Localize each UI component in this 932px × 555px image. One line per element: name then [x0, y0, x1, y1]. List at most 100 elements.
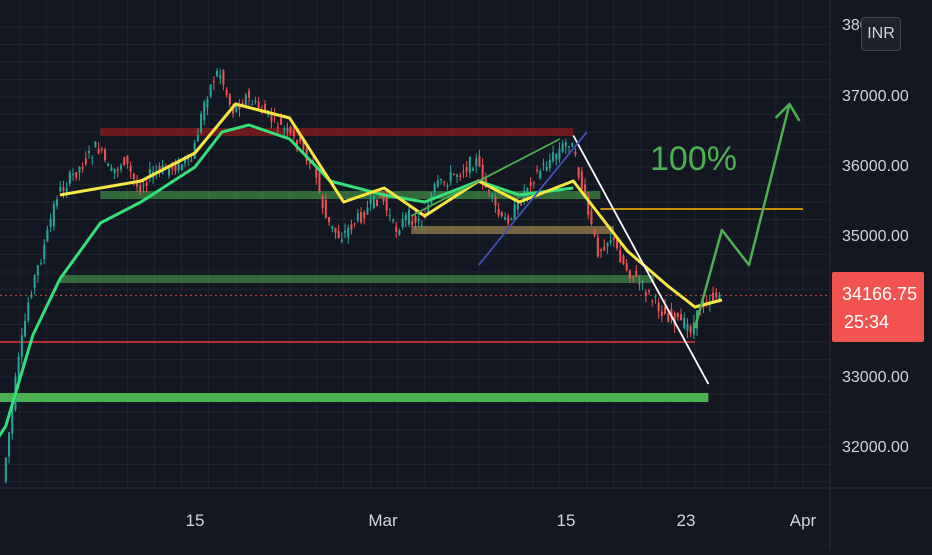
candle-bullish: [94, 141, 97, 148]
candle-bearish: [363, 211, 366, 219]
candle-bullish: [78, 166, 81, 173]
candle-bearish: [248, 90, 251, 98]
candle-bullish: [356, 213, 359, 221]
candle-bearish: [280, 117, 283, 125]
candle-bearish: [97, 148, 100, 154]
candle-bullish: [641, 281, 644, 283]
candle-bullish: [46, 229, 49, 242]
candle-bearish: [116, 169, 119, 171]
level-resistance-zone: [100, 128, 574, 136]
candle-bullish: [440, 179, 443, 181]
candle-bearish: [459, 175, 462, 177]
candle-bullish: [542, 163, 545, 165]
y-tick-37000: 37000.00: [842, 88, 909, 105]
candle-bullish: [196, 135, 199, 142]
candle-bearish: [337, 230, 340, 238]
candle-bullish: [401, 218, 404, 228]
candle-bullish: [417, 218, 420, 221]
candle-bearish: [315, 168, 318, 178]
candle-bearish: [350, 224, 353, 230]
candle-bullish: [686, 323, 689, 331]
candle-bearish: [100, 148, 103, 151]
candle-bearish: [145, 182, 148, 186]
chart-root[interactable]: 38000 37000.00 36000.00 35000.00 33000.0…: [0, 0, 932, 550]
candle-bearish: [580, 171, 583, 190]
candle-bearish: [452, 173, 455, 175]
candle-bullish: [168, 168, 171, 176]
candle-bearish: [75, 171, 78, 178]
level-support-zone-middle: [59, 275, 655, 283]
candle-bullish: [91, 157, 94, 159]
candle-bearish: [84, 158, 87, 164]
candle-bearish: [680, 313, 683, 321]
candle-bearish: [500, 211, 503, 217]
x-tick-apr: Apr: [790, 511, 817, 530]
candle-bearish: [270, 115, 273, 122]
candle-bullish: [433, 184, 436, 193]
candle-bearish: [574, 151, 577, 155]
candle-bearish: [612, 237, 615, 240]
candle-bullish: [449, 172, 452, 182]
candle-bullish: [120, 165, 123, 170]
candle-bearish: [289, 126, 292, 133]
candle-bullish: [8, 432, 11, 457]
candle-bullish: [40, 263, 43, 265]
candle-bearish: [411, 221, 414, 225]
candle-bearish: [385, 194, 388, 211]
y-tick-33000: 33000.00: [842, 369, 909, 386]
candle-bearish: [494, 196, 497, 206]
candle-bullish: [398, 230, 401, 235]
candle-bearish: [212, 80, 215, 83]
candle-bullish: [571, 143, 574, 147]
currency-badge[interactable]: INR: [861, 17, 901, 51]
candle-bullish: [347, 227, 350, 238]
level-orange-zone: [411, 226, 614, 234]
candle-bearish: [190, 160, 193, 162]
candle-bullish: [286, 128, 289, 132]
candle-bullish: [420, 225, 423, 227]
candle-bearish: [577, 167, 580, 178]
candle-bearish: [596, 237, 599, 257]
candle-bearish: [139, 185, 142, 192]
candle-bullish: [561, 143, 564, 152]
candle-bearish: [321, 195, 324, 209]
candle-bearish: [488, 189, 491, 192]
candle-bullish: [539, 170, 542, 179]
candle-bearish: [689, 326, 692, 333]
candle-bullish: [142, 184, 145, 187]
candle-bullish: [209, 84, 212, 97]
candle-bullish: [683, 317, 686, 328]
price-chart[interactable]: 38000 37000.00 36000.00 35000.00 33000.0…: [0, 0, 932, 550]
candle-bullish: [408, 209, 411, 225]
candle-bearish: [507, 216, 510, 224]
candle-bullish: [372, 195, 375, 208]
candle-bearish: [657, 302, 660, 312]
x-tick-mar: Mar: [368, 511, 398, 530]
candle-bullish: [606, 242, 609, 247]
candle-bearish: [324, 199, 327, 218]
candle-bearish: [443, 181, 446, 183]
candle-bullish: [475, 158, 478, 166]
candle-bearish: [132, 173, 135, 179]
x-tick-mar-23: 23: [677, 511, 696, 530]
candle-bearish: [414, 216, 417, 223]
candle-bullish: [72, 173, 75, 176]
candle-bullish: [180, 164, 183, 171]
candle-bearish: [481, 164, 484, 184]
candle-bearish: [622, 255, 625, 265]
candle-bearish: [590, 210, 593, 224]
candle-bullish: [59, 187, 62, 192]
candle-bearish: [395, 226, 398, 232]
candle-bearish: [616, 239, 619, 249]
candle-bearish: [318, 173, 321, 193]
candle-bearish: [158, 166, 161, 170]
candle-bearish: [712, 292, 715, 301]
candle-bullish: [392, 219, 395, 221]
candle-bearish: [644, 292, 647, 296]
y-tick-35000: 35000.00: [842, 228, 909, 245]
candle-bullish: [52, 204, 55, 227]
candle-bearish: [651, 300, 654, 302]
candle-bearish: [292, 130, 295, 137]
candle-bearish: [660, 311, 663, 317]
candle-bearish: [276, 126, 279, 129]
